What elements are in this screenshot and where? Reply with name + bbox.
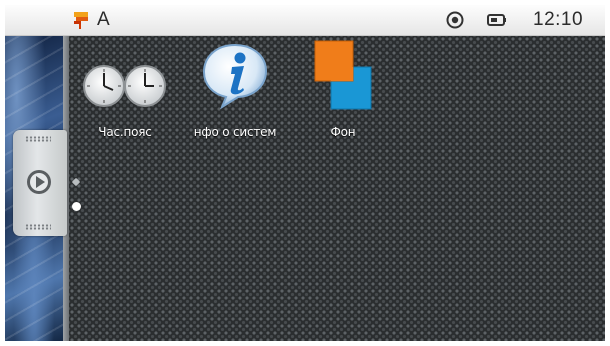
status-letter: A <box>97 9 110 30</box>
target-icon[interactable] <box>446 11 464 29</box>
app-system-info[interactable]: нфо о систем <box>185 43 285 145</box>
grip-bottom <box>25 224 51 230</box>
grip-top <box>25 136 51 142</box>
device-screen: A 12:10 Час.пояс нфо о систем Фон <box>5 5 605 341</box>
side-panel-handle[interactable] <box>13 130 67 236</box>
page-dot-2[interactable] <box>72 202 81 211</box>
clock-time: 12:10 <box>533 9 584 30</box>
battery-icon <box>487 14 506 26</box>
info-icon <box>202 43 268 109</box>
app-world-clock[interactable]: Час.пояс <box>77 45 173 145</box>
wallpaper-icon <box>314 40 372 110</box>
flag-icon[interactable] <box>71 9 93 31</box>
app-label: Фон <box>330 125 356 139</box>
play-icon[interactable] <box>25 168 53 196</box>
app-wallpaper[interactable]: Фон <box>301 40 385 145</box>
app-label: Час.пояс <box>98 125 152 139</box>
app-label: нфо о систем <box>193 125 277 139</box>
status-bar: A 12:10 <box>5 5 605 36</box>
world-clocks-icon <box>83 65 166 107</box>
